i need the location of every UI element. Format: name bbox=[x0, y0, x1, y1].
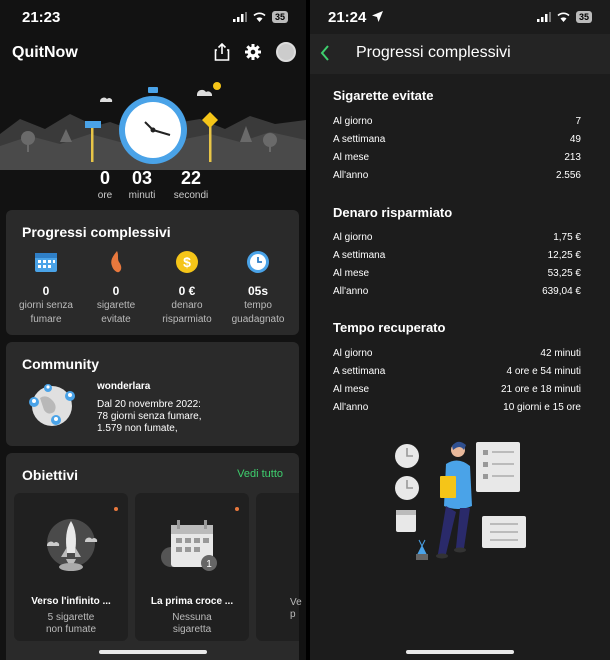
signal-icon bbox=[232, 12, 247, 22]
signal-icon bbox=[536, 12, 551, 22]
calendar-icon bbox=[34, 250, 58, 274]
section-title-time: Tempo recuperato bbox=[333, 320, 446, 335]
goal-subtitle: Ve p bbox=[290, 597, 302, 620]
stat-cigarettes: 0 sigarette evitate bbox=[79, 250, 153, 326]
home-indicator[interactable] bbox=[99, 650, 207, 654]
section-title-cigarettes: Sigarette evitate bbox=[333, 88, 434, 103]
status-icons: 35 bbox=[536, 11, 592, 23]
status-time: 21:23 bbox=[22, 9, 61, 26]
calendar-goal-icon: 1 bbox=[161, 520, 217, 571]
community-line-2: 78 giorni senza fumare, bbox=[97, 411, 202, 422]
page-title: Progressi complessivi bbox=[356, 44, 511, 61]
flame-icon bbox=[104, 250, 128, 274]
app-bar: Progressi complessivi bbox=[310, 34, 610, 74]
goals-title: Obiettivi bbox=[22, 467, 79, 483]
back-chevron-icon[interactable] bbox=[318, 42, 332, 64]
status-icons: 35 bbox=[232, 11, 288, 23]
profile-avatar[interactable] bbox=[276, 42, 296, 62]
section-title-money: Denaro risparmiato bbox=[333, 205, 453, 220]
goal-title: La prima croce ... bbox=[150, 596, 234, 607]
clock-icon bbox=[246, 250, 270, 274]
timer-minutes: 03 minuti bbox=[128, 168, 156, 201]
svg-text:1: 1 bbox=[206, 559, 212, 570]
person-checklist-illustration bbox=[395, 441, 526, 560]
stat-money: $ 0 € denaro risparmiato bbox=[150, 250, 224, 326]
app-bar: QuitNow bbox=[0, 34, 306, 74]
status-bar: 21:24 35 bbox=[310, 0, 610, 34]
goal-subtitle: 5 sigarette non fumate bbox=[45, 612, 97, 635]
community-line-3: 1.579 non fumate, bbox=[97, 423, 178, 434]
battery-indicator: 35 bbox=[575, 11, 592, 23]
wifi-icon bbox=[253, 12, 266, 22]
wifi-icon bbox=[557, 12, 570, 22]
location-arrow-icon bbox=[372, 11, 383, 22]
goal-card-partial[interactable]: Ve p bbox=[256, 493, 302, 641]
coin-icon: $ bbox=[175, 250, 199, 274]
right-screen: 21:24 35 Progressi complessivi Sigarette… bbox=[310, 0, 610, 660]
gear-icon[interactable] bbox=[244, 43, 262, 61]
progress-card-title: Progressi complessivi bbox=[22, 224, 171, 240]
status-time: 21:24 bbox=[328, 9, 367, 26]
home-indicator[interactable] bbox=[406, 650, 514, 654]
community-username[interactable]: wonderlara bbox=[97, 381, 150, 392]
goals-card: Obiettivi Vedi tutto Verso l'infinito ..… bbox=[6, 453, 302, 660]
share-icon[interactable] bbox=[214, 43, 230, 61]
rocket-icon bbox=[47, 519, 98, 571]
battery-indicator: 35 bbox=[271, 11, 288, 23]
community-line-1: Dal 20 novembre 2022: bbox=[97, 399, 201, 410]
community-card[interactable]: Community wonderlara Dal 20 novembre 202… bbox=[6, 342, 299, 446]
new-badge-dot bbox=[235, 507, 239, 511]
goal-card-infinity[interactable]: Verso l'infinito ... 5 sigarette non fum… bbox=[14, 493, 128, 641]
left-screen: 21:23 35 QuitNow 0 ore 03 minuti 22 seco… bbox=[0, 0, 306, 660]
goal-card-first-cross[interactable]: 1 La prima croce ... Nessuna sigaretta bbox=[135, 493, 249, 641]
status-bar: 21:23 35 bbox=[0, 0, 306, 34]
svg-text:$: $ bbox=[183, 254, 191, 270]
globe-community-icon bbox=[29, 384, 75, 426]
goal-title: Verso l'infinito ... bbox=[31, 596, 111, 607]
goal-subtitle: Nessuna sigaretta bbox=[172, 612, 212, 635]
app-title: QuitNow bbox=[12, 44, 78, 61]
see-all-link[interactable]: Vedi tutto bbox=[237, 468, 283, 480]
stat-time: 05s tempo guadagnato bbox=[221, 250, 295, 326]
new-badge-dot bbox=[114, 507, 118, 511]
stat-days: 0 giorni senza fumare bbox=[9, 250, 83, 326]
progress-card[interactable]: Progressi complessivi 0 giorni senza fum… bbox=[6, 210, 299, 335]
community-title: Community bbox=[22, 356, 99, 372]
timer-seconds: 22 secondi bbox=[173, 168, 209, 201]
